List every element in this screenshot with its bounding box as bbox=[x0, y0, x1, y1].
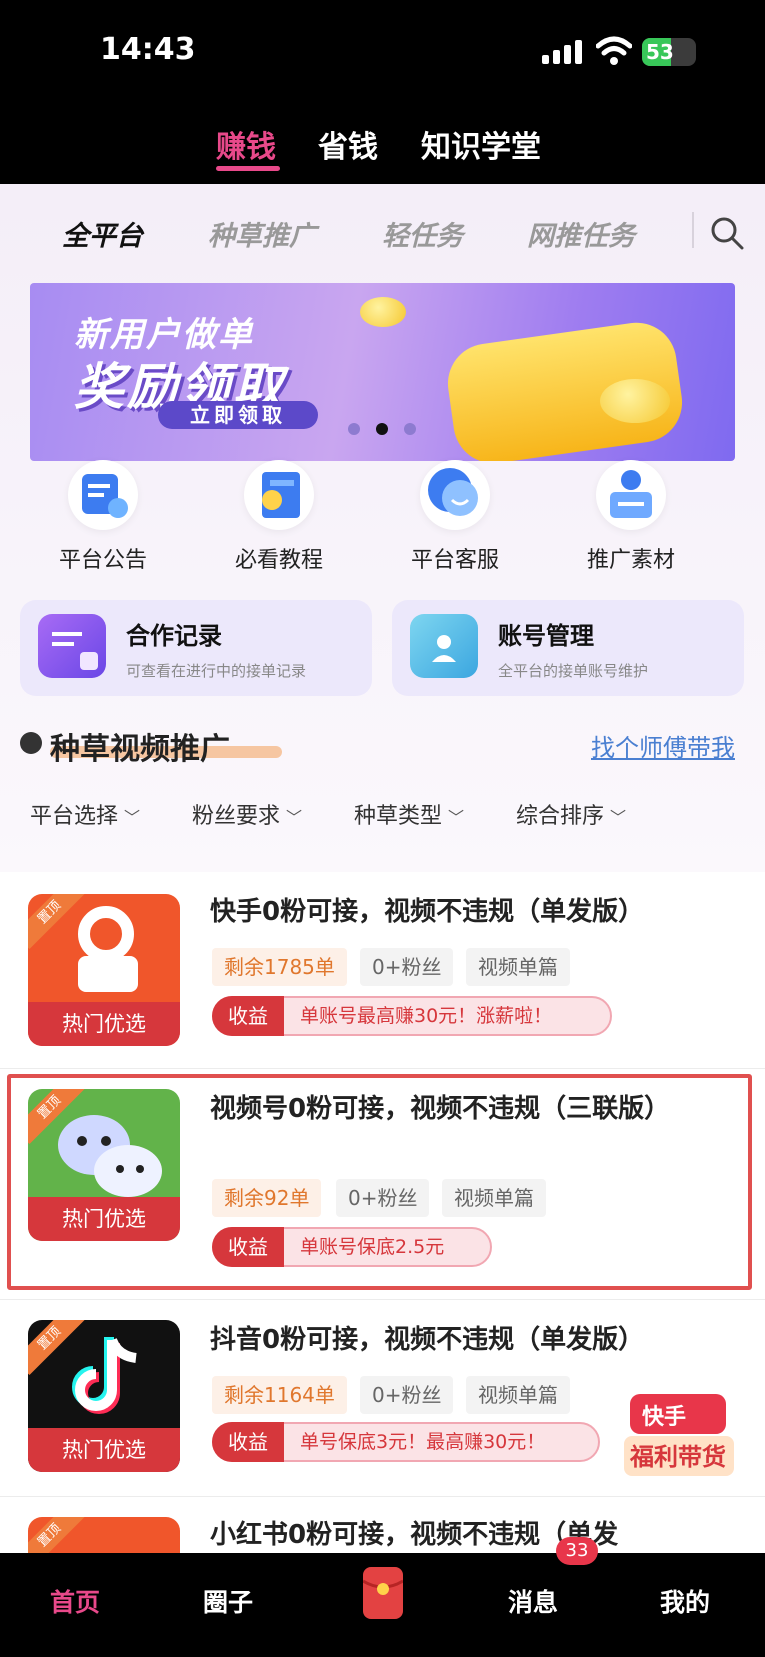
card-title: 账号管理 bbox=[498, 622, 594, 650]
customer-service-icon bbox=[420, 460, 490, 530]
income-text: 单账号最高赚30元！涨薪啦！ bbox=[300, 1005, 553, 1027]
red-packet-icon[interactable] bbox=[362, 1567, 404, 1619]
coin-icon bbox=[360, 297, 406, 327]
quick-link-label: 必看教程 bbox=[234, 548, 323, 573]
douyin-logo-icon: 置顶 热门优选 bbox=[28, 1320, 180, 1472]
nav-profile[interactable]: 我的 bbox=[660, 1583, 710, 1619]
bottom-nav: 首页 圈子 消息 33 我的 bbox=[0, 1537, 765, 1657]
coin-icon bbox=[600, 379, 670, 423]
records-icon bbox=[38, 614, 106, 678]
remaining-chip: 剩余1785单 bbox=[212, 948, 347, 986]
task-item[interactable]: 置顶 热门优选 快手0粉可接，视频不违规（单发版） 剩余1785单 0+粉丝 视… bbox=[0, 872, 765, 1068]
wifi-icon bbox=[596, 36, 632, 65]
kuaishou-logo-icon: 置顶 热门优选 bbox=[28, 894, 180, 1046]
claim-button[interactable]: 立即领取 bbox=[158, 401, 318, 429]
quick-link-customer-service[interactable]: 平台客服 bbox=[380, 460, 530, 574]
battery-icon: 53 bbox=[642, 38, 696, 66]
hot-pick-tag: 热门优选 bbox=[28, 1002, 180, 1046]
filter-sort[interactable]: 综合排序 ﹀ bbox=[516, 798, 626, 830]
remaining-chip: 剩余1164单 bbox=[212, 1376, 347, 1414]
account-management-card[interactable]: 账号管理 全平台的接单账号维护 bbox=[392, 600, 744, 696]
filter-label: 平台选择 bbox=[30, 804, 119, 829]
income-pill: 收益 单号保底3元！最高赚30元！ bbox=[212, 1422, 600, 1462]
card-subtitle: 全平台的接单账号维护 bbox=[498, 662, 649, 680]
search-icon[interactable] bbox=[710, 216, 744, 250]
category-seeding[interactable]: 种草推广 bbox=[208, 214, 316, 253]
message-count-badge: 33 bbox=[556, 1537, 598, 1565]
quick-link-label: 推广素材 bbox=[586, 548, 675, 573]
task-title: 快手0粉可接，视频不违规（单发版） bbox=[210, 897, 645, 927]
nav-home[interactable]: 首页 bbox=[50, 1583, 100, 1619]
tab-knowledge[interactable]: 知识学堂 bbox=[421, 122, 541, 166]
income-text: 单号保底3元！最高赚30元！ bbox=[300, 1431, 546, 1453]
cellular-signal-icon bbox=[542, 40, 584, 64]
hot-pick-tag: 热门优选 bbox=[28, 1428, 180, 1472]
filter-label: 综合排序 bbox=[516, 804, 605, 829]
income-label: 收益 bbox=[212, 1422, 284, 1462]
type-chip: 视频单篇 bbox=[466, 1376, 570, 1414]
category-light-task[interactable]: 轻任务 bbox=[382, 214, 463, 253]
find-mentor-link[interactable]: 找个师傅带我 bbox=[591, 728, 735, 763]
folder-icon bbox=[410, 614, 478, 678]
clock: 14:43 bbox=[100, 32, 196, 67]
quick-link-announcement[interactable]: 平台公告 bbox=[28, 460, 178, 574]
quick-link-label: 平台客服 bbox=[410, 548, 499, 573]
tutorial-icon bbox=[244, 460, 314, 530]
category-all[interactable]: 全平台 bbox=[62, 214, 143, 253]
nav-messages[interactable]: 消息 bbox=[508, 1583, 558, 1619]
tab-save[interactable]: 省钱 bbox=[318, 122, 378, 166]
carousel-dot[interactable] bbox=[348, 423, 360, 435]
task-title: 小红书0粉可接，视频不违规（单发 bbox=[210, 1520, 619, 1550]
chevron-down-icon: ﹀ bbox=[448, 808, 465, 827]
filter-label: 种草类型 bbox=[354, 804, 443, 829]
type-chip: 视频单篇 bbox=[466, 948, 570, 986]
card-subtitle: 可查看在进行中的接单记录 bbox=[126, 662, 307, 680]
kuaishou-welfare-promo[interactable]: 快手 福利带货 bbox=[620, 1388, 740, 1480]
carousel-dot[interactable] bbox=[404, 423, 416, 435]
announcement-icon bbox=[68, 460, 138, 530]
quick-link-promo-material[interactable]: 推广素材 bbox=[556, 460, 706, 574]
income-pill: 收益 单账号最高赚30元！涨薪啦！ bbox=[212, 996, 612, 1036]
nav-circle[interactable]: 圈子 bbox=[203, 1583, 253, 1619]
card-title: 合作记录 bbox=[126, 622, 222, 650]
quick-link-label: 平台公告 bbox=[58, 548, 147, 573]
section-header: 种草视频推广 找个师傅带我 bbox=[20, 724, 745, 767]
chevron-down-icon: ﹀ bbox=[286, 808, 303, 827]
status-bar: 14:43 53 bbox=[0, 0, 765, 100]
pin-ribbon: 置顶 bbox=[28, 1517, 87, 1553]
filter-platform[interactable]: 平台选择 ﹀ bbox=[30, 798, 140, 830]
fans-chip: 0+粉丝 bbox=[360, 948, 454, 986]
chevron-down-icon: ﹀ bbox=[610, 808, 627, 827]
carousel-dot-active[interactable] bbox=[376, 423, 388, 435]
promo-material-icon bbox=[596, 460, 666, 530]
task-item[interactable]: 置顶 小红书0粉可接，视频不违规（单发 bbox=[0, 1497, 765, 1553]
promo-line1: 快手 bbox=[642, 1405, 686, 1430]
fans-chip: 0+粉丝 bbox=[360, 1376, 454, 1414]
category-web-promo[interactable]: 网推任务 bbox=[527, 214, 635, 253]
battery-level: 53 bbox=[646, 40, 674, 64]
section-bullet bbox=[20, 732, 42, 754]
cooperation-records-card[interactable]: 合作记录 可查看在进行中的接单记录 bbox=[20, 600, 372, 696]
promo-line2: 福利带货 bbox=[629, 1443, 726, 1471]
section-title: 种草视频推广 bbox=[50, 732, 230, 767]
chevron-down-icon: ﹀ bbox=[124, 808, 141, 827]
tab-earn[interactable]: 赚钱 bbox=[216, 122, 276, 166]
income-label: 收益 bbox=[212, 996, 284, 1036]
filter-seeding-type[interactable]: 种草类型 ﹀ bbox=[354, 798, 464, 830]
filter-fans[interactable]: 粉丝要求 ﹀ bbox=[192, 798, 302, 830]
promo-banner[interactable]: 新用户做单 奖励领取 立即领取 bbox=[30, 283, 735, 461]
selection-highlight bbox=[7, 1074, 752, 1290]
task-title: 抖音0粉可接，视频不违规（单发版） bbox=[210, 1325, 645, 1355]
active-tab-indicator bbox=[216, 166, 280, 171]
filter-label: 粉丝要求 bbox=[192, 804, 281, 829]
top-nav: 赚钱 省钱 知识学堂 bbox=[0, 100, 765, 184]
xiaohongshu-logo-icon: 置顶 bbox=[28, 1517, 180, 1553]
divider bbox=[692, 212, 694, 248]
quick-link-tutorial[interactable]: 必看教程 bbox=[204, 460, 354, 574]
